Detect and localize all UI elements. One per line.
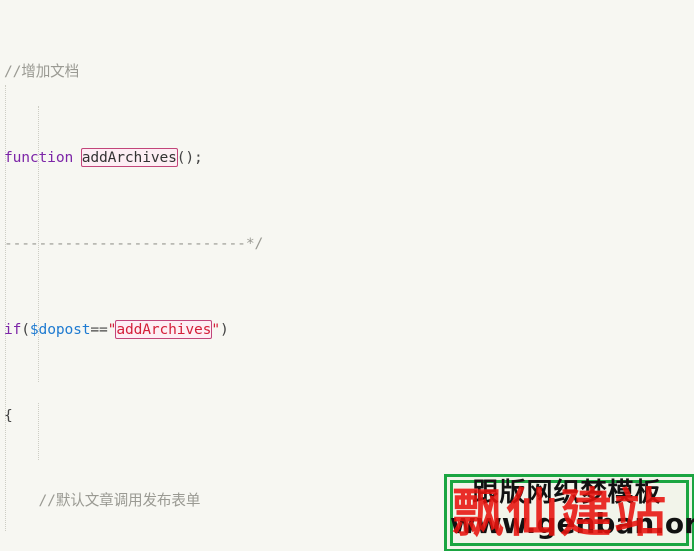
quote: " [211, 320, 220, 338]
code-line[interactable]: //增加文档 [0, 61, 694, 82]
punctuation: (); [176, 149, 203, 167]
code-line[interactable]: if($dopost=="addArchives") [0, 319, 694, 340]
operator-eq: == [90, 320, 108, 338]
punctuation: ( [21, 320, 30, 338]
code-line[interactable]: //默认文章调用发布表单 [0, 490, 694, 511]
keyword-if: if [4, 320, 22, 338]
code-viewer[interactable]: //增加文档 function addArchives(); ---------… [0, 0, 694, 551]
comment-text: //默认文章调用发布表单 [38, 492, 201, 510]
comment-text: //增加文档 [4, 63, 80, 81]
comment-rule: ----------------------------*/ [4, 234, 264, 252]
keyword-function: function [4, 149, 74, 167]
search-match-highlight[interactable]: addArchives [115, 319, 213, 339]
brace-open: { [4, 406, 13, 424]
code-listing[interactable]: //增加文档 function addArchives(); ---------… [0, 0, 694, 551]
punctuation: ) [219, 320, 229, 338]
variable-dopost: $dopost [29, 320, 91, 338]
code-line[interactable]: { [0, 405, 694, 426]
search-match-highlight[interactable]: addArchives [80, 148, 178, 168]
code-line[interactable]: function addArchives(); [0, 147, 694, 168]
code-line[interactable]: ----------------------------*/ [0, 233, 694, 254]
